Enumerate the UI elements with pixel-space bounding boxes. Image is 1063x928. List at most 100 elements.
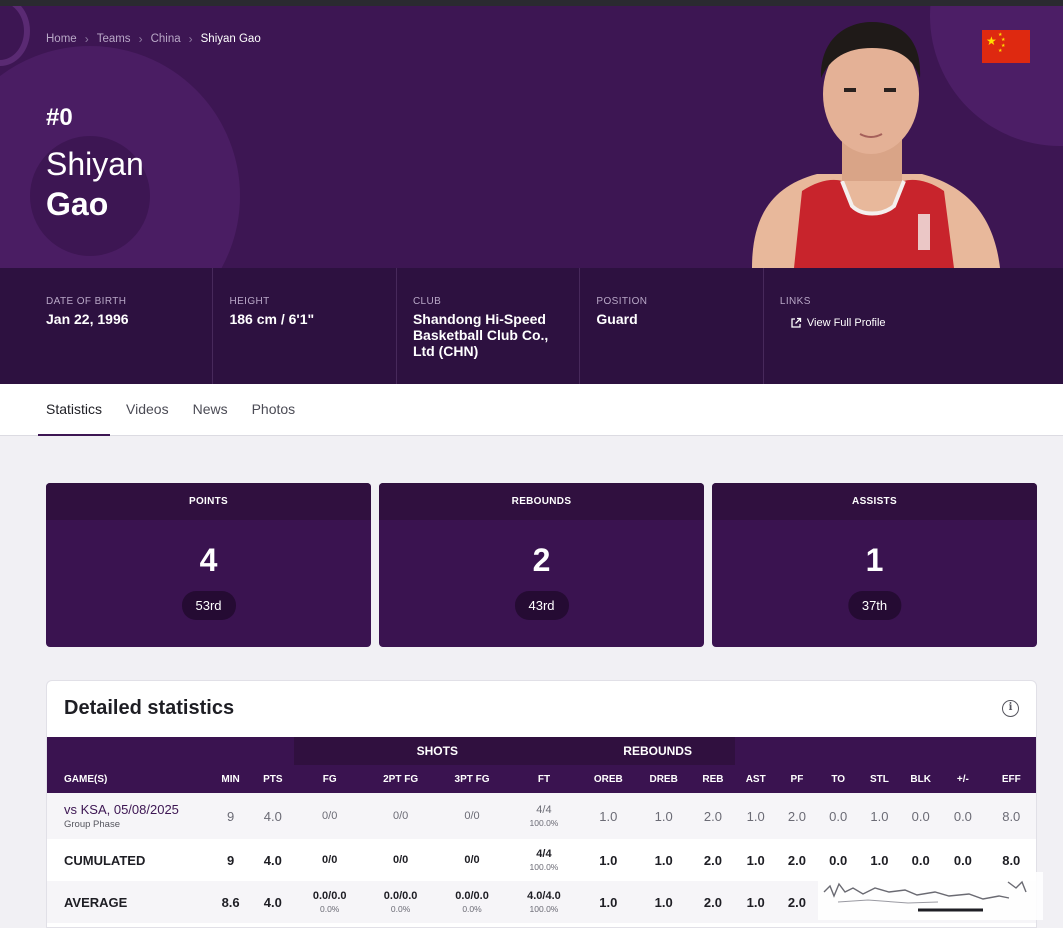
tab-videos[interactable]: Videos [118, 384, 177, 436]
cell-dreb: 1.0 [636, 881, 691, 923]
row-label: CUMULATED [64, 852, 146, 868]
cell-dreb: 1.0 [636, 793, 691, 839]
flag-star: ★ [986, 34, 997, 48]
ft-percent: 100.0% [529, 862, 559, 872]
cell-2pt-fg: 0/0 [364, 793, 437, 839]
table-row: vs KSA, 05/08/2025 Group Phase 9 4.0 0/0… [47, 793, 1036, 839]
cell-3pt-fg: 0/0 [436, 793, 508, 839]
decorative-shape [0, 6, 30, 66]
column-group-row: SHOTS REBOUNDS [47, 737, 1036, 765]
china-flag-icon: ★ ★ ★ ★ ★ [982, 30, 1030, 63]
breadcrumb: Home › Teams › China › Shiyan Gao [46, 32, 261, 46]
tab-statistics[interactable]: Statistics [38, 384, 111, 436]
cell-dreb: 1.0 [654, 852, 673, 868]
cell-min: 8.6 [209, 881, 252, 923]
cell-pts: 4.0 [251, 881, 295, 923]
info-value: Guard [596, 311, 638, 327]
col-blk[interactable]: BLK [900, 765, 942, 793]
chevron-right-icon: › [188, 32, 193, 46]
cell-3pt-fg: 0.0/0.0 0.0% [436, 881, 508, 923]
stat-card-assists: ASSISTS 1 37th [712, 483, 1037, 647]
cell-ast: 1.0 [735, 881, 777, 923]
tab-photos[interactable]: Photos [244, 384, 304, 436]
info-value: Jan 22, 1996 [46, 311, 129, 327]
fg-value: 0.0/0.0 [312, 890, 347, 902]
group-spacer [47, 737, 295, 765]
col-ast[interactable]: AST [735, 765, 777, 793]
ft-value: 4.0/4.0 [527, 890, 561, 902]
cell-2pt-fg: 0.0/0.0 0.0% [364, 881, 437, 923]
col-to[interactable]: TO [817, 765, 859, 793]
breadcrumb-china[interactable]: China [151, 33, 181, 45]
info-label: DATE OF BIRTH [46, 296, 127, 307]
fg-value: 0/0 [322, 810, 338, 822]
cell-fg: 0/0 [294, 793, 365, 839]
cell-oreb: 1.0 [580, 793, 637, 839]
column-header-row: GAME(S) MIN PTS FG 2PT FG 3PT FG FT OREB… [47, 765, 1036, 793]
cell-reb: 2.0 [690, 793, 736, 839]
stat-card-rebounds: REBOUNDS 2 43rd [379, 483, 704, 647]
info-label: HEIGHT [229, 296, 270, 307]
breadcrumb-teams[interactable]: Teams [97, 33, 131, 45]
stat-card-value: 4 [199, 542, 218, 578]
info-icon[interactable]: i [1002, 700, 1019, 717]
cell-pf: 2.0 [776, 881, 818, 923]
info-position: POSITION Guard [580, 268, 764, 384]
col-3pt-fg[interactable]: 3PT FG [436, 765, 508, 793]
col-ft[interactable]: FT [507, 765, 581, 793]
cell-blk: 0.0 [900, 793, 942, 839]
tab-news[interactable]: News [185, 384, 236, 436]
fg3-value: 0/0 [464, 854, 480, 866]
game-link[interactable]: vs KSA, 05/08/2025 [64, 802, 210, 817]
cell-to: 0.0 [817, 793, 859, 839]
cell-oreb: 1.0 [580, 881, 637, 923]
col-dreb[interactable]: DREB [636, 765, 691, 793]
fg2-value: 0/0 [392, 810, 409, 822]
stat-card-points: POINTS 4 53rd [46, 483, 371, 647]
group-spacer [735, 737, 1036, 765]
cell-ast: 1.0 [746, 852, 765, 868]
col-2pt-fg[interactable]: 2PT FG [364, 765, 437, 793]
game-phase: Group Phase [64, 819, 120, 830]
breadcrumb-current: Shiyan Gao [200, 33, 261, 45]
col-fg[interactable]: FG [294, 765, 365, 793]
col-pts[interactable]: PTS [251, 765, 295, 793]
cell-stl: 1.0 [858, 793, 901, 839]
stat-card-value: 1 [865, 542, 884, 578]
view-full-profile-label: View Full Profile [806, 317, 886, 329]
cell-plus-minus: 0.0 [941, 793, 985, 839]
cell-pts: 4.0 [251, 793, 295, 839]
col-games[interactable]: GAME(S) [47, 765, 210, 793]
col-reb[interactable]: REB [690, 765, 736, 793]
col-plus-minus[interactable]: +/- [941, 765, 985, 793]
cell-reb: 2.0 [703, 852, 722, 868]
stat-card-value: 2 [532, 542, 551, 578]
info-links: LINKS View Full Profile [764, 268, 1063, 384]
player-first-name: Shiyan [46, 146, 144, 182]
stat-card-label: POINTS [46, 483, 371, 520]
ft-value: 4/4 [536, 804, 552, 816]
flag-star: ★ [998, 48, 1003, 54]
cell-min: 9 [226, 852, 235, 868]
ft-value: 4/4 [536, 848, 552, 860]
info-date-of-birth: DATE OF BIRTH Jan 22, 1996 [0, 268, 214, 384]
fg3-value: 0.0/0.0 [455, 890, 489, 902]
col-eff[interactable]: EFF [984, 765, 1036, 793]
view-full-profile-link[interactable]: View Full Profile [780, 317, 1063, 329]
fg3-value: 0/0 [464, 810, 480, 822]
content-tabs: Statistics Videos News Photos [0, 384, 1063, 436]
cell-pf: 2.0 [776, 793, 818, 839]
stat-cards: POINTS 4 53rd REBOUNDS 2 43rd ASSISTS 1 … [46, 483, 1037, 647]
group-rebounds: REBOUNDS [580, 737, 736, 765]
col-pf[interactable]: PF [776, 765, 818, 793]
breadcrumb-home[interactable]: Home [46, 33, 77, 45]
info-label: CLUB [412, 296, 442, 307]
col-oreb[interactable]: OREB [580, 765, 637, 793]
cell-ft: 4.0/4.0 100.0% [507, 881, 581, 923]
player-photo [752, 22, 1000, 268]
cell-min: 9 [209, 793, 252, 839]
chevron-right-icon: › [84, 32, 89, 46]
col-min[interactable]: MIN [209, 765, 252, 793]
row-label: AVERAGE [47, 881, 210, 923]
col-stl[interactable]: STL [858, 765, 901, 793]
